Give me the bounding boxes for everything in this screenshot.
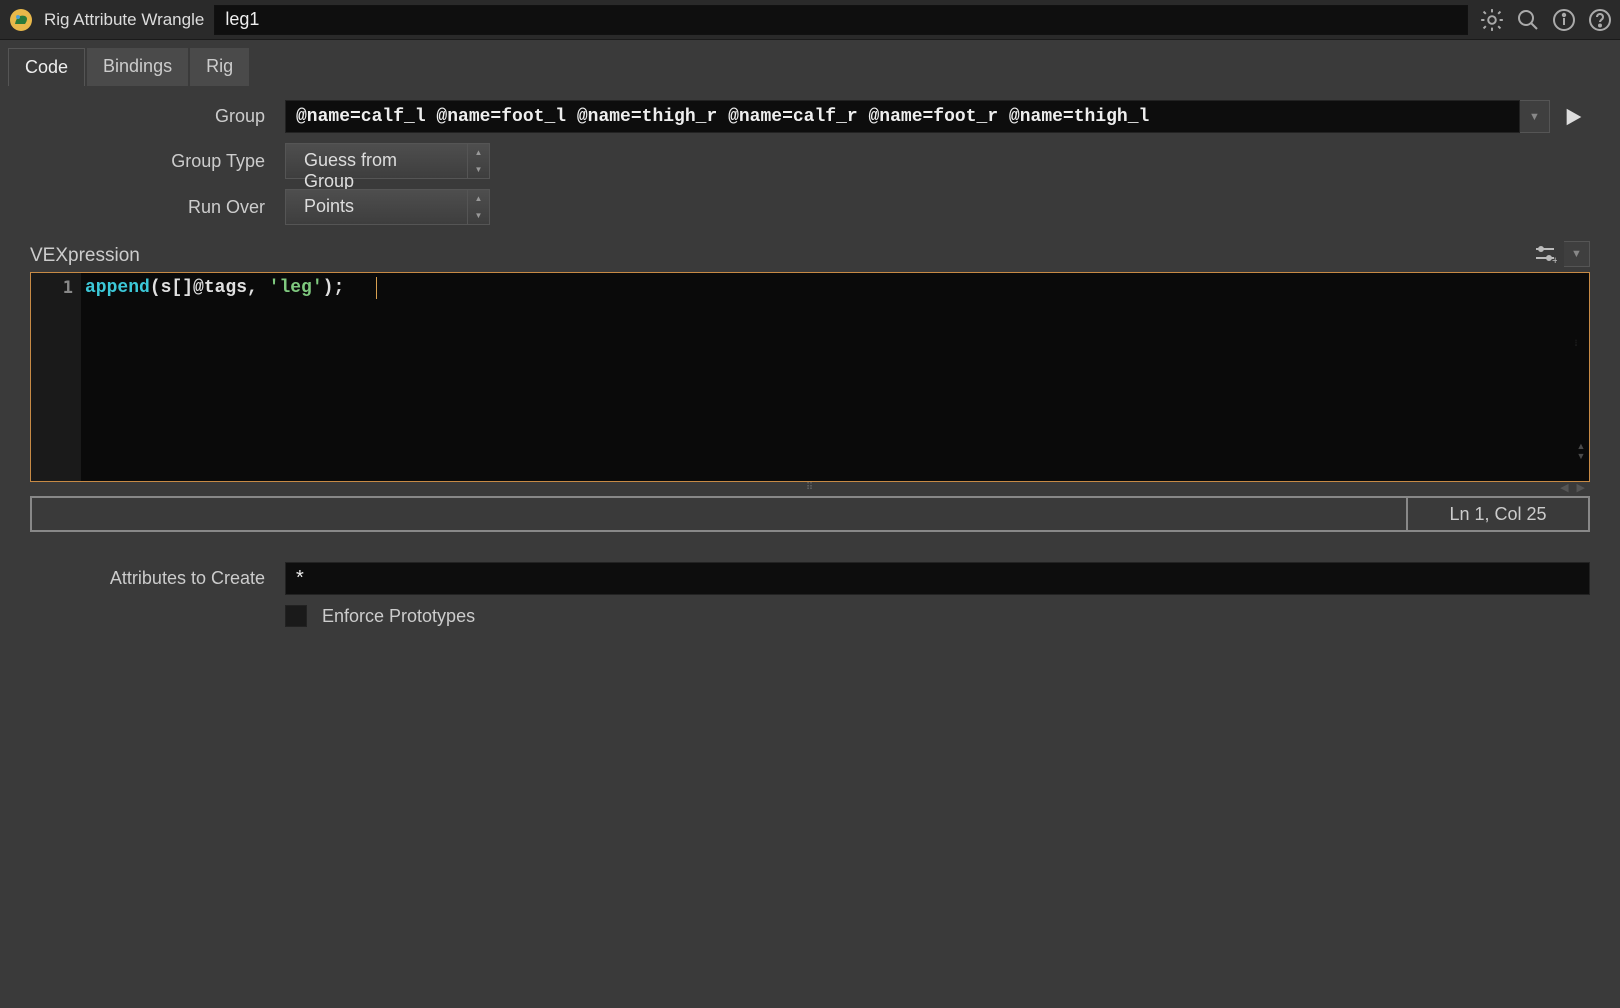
status-message <box>32 498 1408 530</box>
code-editor[interactable]: 1 append(s[]@tags, 'leg'); ⦙ ▲▼ <box>30 272 1590 482</box>
spinner-icon: ▲▼ <box>467 144 489 178</box>
enforce-prototypes-label: Enforce Prototypes <box>322 606 475 627</box>
code-token: ; <box>333 278 344 298</box>
group-dropdown-button[interactable]: ▼ <box>1520 100 1550 133</box>
code-token: 'leg' <box>269 278 323 298</box>
group-type-value: Guess from Group <box>286 144 467 178</box>
tab-rig[interactable]: Rig <box>190 48 249 86</box>
line-number: 1 <box>31 278 73 298</box>
scroll-indicator: ⦙ ▲▼ <box>1575 338 1587 461</box>
svg-text:+: + <box>1552 255 1557 264</box>
group-select-arrow[interactable] <box>1558 100 1590 133</box>
node-name-input[interactable] <box>214 5 1468 35</box>
run-over-label: Run Over <box>30 197 285 218</box>
group-label: Group <box>30 106 285 127</box>
run-over-select[interactable]: Points ▲▼ <box>285 189 490 225</box>
code-token-func: append <box>85 278 150 298</box>
help-icon[interactable] <box>1586 6 1614 34</box>
resize-handle[interactable]: ⠿ ◀ ▶ <box>30 482 1590 492</box>
tab-bindings[interactable]: Bindings <box>87 48 188 86</box>
gear-icon[interactable] <box>1478 6 1506 34</box>
code-token: s[]@tags <box>161 278 247 298</box>
attrs-create-label: Attributes to Create <box>30 568 285 589</box>
tab-code[interactable]: Code <box>8 48 85 86</box>
sliders-icon[interactable]: + <box>1531 240 1559 268</box>
code-token: ) <box>323 278 334 298</box>
parameters-pane: Group ▼ Group Type Guess from Group ▲▼ R… <box>0 86 1620 651</box>
group-input[interactable] <box>285 100 1520 133</box>
vex-presets-dropdown[interactable]: ▼ <box>1564 241 1590 267</box>
grip-dots-icon: ⠿ <box>806 482 814 493</box>
text-cursor <box>376 277 377 299</box>
group-type-label: Group Type <box>30 151 285 172</box>
enforce-prototypes-checkbox[interactable] <box>285 605 307 627</box>
tab-bar: Code Bindings Rig <box>0 40 1620 86</box>
run-over-value: Points <box>286 190 467 224</box>
code-token: , <box>247 278 269 298</box>
info-icon[interactable] <box>1550 6 1578 34</box>
node-type-label: Rig Attribute Wrangle <box>44 10 204 30</box>
header-bar: Rig Attribute Wrangle <box>0 0 1620 40</box>
status-bar: Ln 1, Col 25 <box>30 496 1590 532</box>
node-type-icon <box>6 5 36 35</box>
vexpression-label: VEXpression <box>30 245 140 267</box>
group-type-select[interactable]: Guess from Group ▲▼ <box>285 143 490 179</box>
scroll-left-icon[interactable]: ◀ <box>1560 481 1568 494</box>
attrs-create-input[interactable] <box>285 562 1590 595</box>
code-token: ( <box>150 278 161 298</box>
spinner-icon: ▲▼ <box>467 190 489 224</box>
code-area[interactable]: append(s[]@tags, 'leg'); <box>81 273 1589 481</box>
scroll-right-icon[interactable]: ▶ <box>1577 481 1585 494</box>
search-icon[interactable] <box>1514 6 1542 34</box>
line-gutter: 1 <box>31 273 81 481</box>
cursor-position: Ln 1, Col 25 <box>1408 498 1588 530</box>
